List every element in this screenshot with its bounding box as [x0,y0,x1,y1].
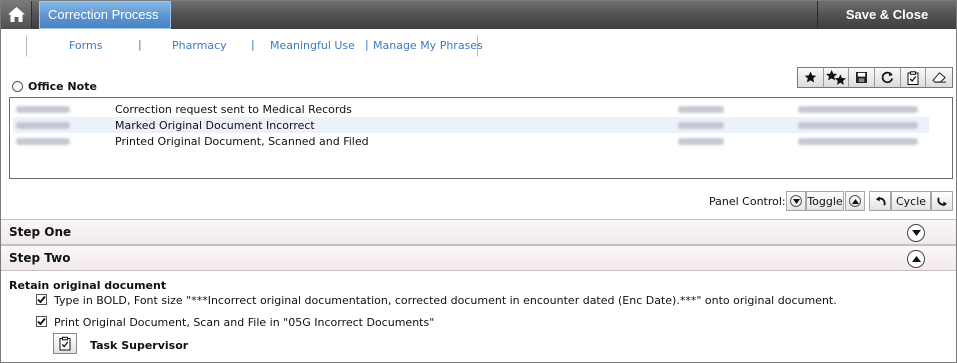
chevron-down-icon [911,230,921,236]
redacted-date [16,122,70,129]
redacted-user [678,122,724,129]
chevron-down-icon [790,195,802,207]
step-one-title: Step One [9,225,72,239]
clipboard-check-icon [59,336,71,351]
checkmark-icon [37,295,46,304]
nav-separator: | [138,38,142,51]
nav-separator: | [251,38,255,51]
eraser-icon [932,72,946,83]
tab-correction-process[interactable]: Correction Process [39,1,171,29]
nav-link-meaningful-use[interactable]: Meaningful Use [270,39,355,52]
notes-list: Correction request sent to Medical Recor… [9,97,953,179]
redacted-timestamp [798,138,918,145]
nav-link-pharmacy[interactable]: Pharmacy [172,39,227,52]
stars-icon [826,70,846,85]
step-two-title: Step Two [9,251,71,265]
chevron-up-icon [911,256,921,262]
list-item[interactable]: Marked Original Document Incorrect [13,117,929,133]
note-text: Correction request sent to Medical Recor… [115,103,352,116]
toggle-button[interactable]: Toggle [806,191,844,211]
star-icon [804,71,817,83]
favorite-button[interactable] [798,68,824,87]
checkmark-icon [37,317,46,326]
section-title: Retain original document [9,279,167,292]
nav-separator: | [365,38,369,51]
list-item[interactable]: Correction request sent to Medical Recor… [13,101,929,117]
save-button[interactable] [849,68,876,87]
office-note-radio[interactable] [12,81,23,92]
nav-links-bar: Forms | Pharmacy | Meaningful Use | Mana… [26,35,483,57]
note-toolbar [797,67,953,88]
checklist-checkbox[interactable] [36,316,47,327]
favorites-button[interactable] [824,68,850,87]
home-button[interactable] [1,1,32,29]
task-supervisor-label: Task Supervisor [90,339,189,352]
checklist-item-label: Print Original Document, Scan and File i… [54,316,435,329]
refresh-button[interactable] [875,68,901,87]
redacted-date [16,138,70,145]
cycle-back-button[interactable] [869,191,891,211]
nav-link-manage-my-phrases[interactable]: Manage My Phrases [373,39,483,52]
chevron-up-icon [849,195,861,207]
cycle-back-icon [875,195,886,206]
note-text: Marked Original Document Incorrect [115,119,315,132]
checklist-button[interactable] [901,68,927,87]
clipboard-check-icon [907,70,919,85]
cycle-button[interactable]: Cycle [891,191,931,211]
collapse-step-button[interactable] [907,250,925,268]
redacted-timestamp [798,122,918,129]
panel-control-label: Panel Control: [709,195,786,208]
task-supervisor-button[interactable] [53,333,77,354]
save-icon [856,72,868,83]
top-bar: Correction Process Save & Close [1,1,956,29]
step-two-panel[interactable]: Step Two [1,245,956,271]
home-icon [8,7,25,22]
checklist-item-label: Type in BOLD, Font size "***Incorrect or… [54,294,837,307]
redacted-date [16,106,70,113]
collapse-all-button[interactable] [786,191,806,211]
checklist-checkbox[interactable] [36,294,47,305]
nav-link-forms[interactable]: Forms [69,39,102,52]
cycle-forward-icon [936,196,947,207]
save-close-button[interactable]: Save & Close [817,1,956,29]
refresh-icon [881,71,893,84]
note-text: Printed Original Document, Scanned and F… [115,135,369,148]
erase-button[interactable] [926,68,952,87]
redacted-timestamp [798,106,918,113]
expand-all-button[interactable] [845,191,865,211]
list-item[interactable]: Printed Original Document, Scanned and F… [13,133,929,149]
redacted-user [678,138,724,145]
expand-step-button[interactable] [907,224,925,242]
cycle-forward-button[interactable] [931,191,953,211]
redacted-user [678,106,724,113]
step-one-panel[interactable]: Step One [1,219,956,245]
office-note-label: Office Note [28,80,97,93]
